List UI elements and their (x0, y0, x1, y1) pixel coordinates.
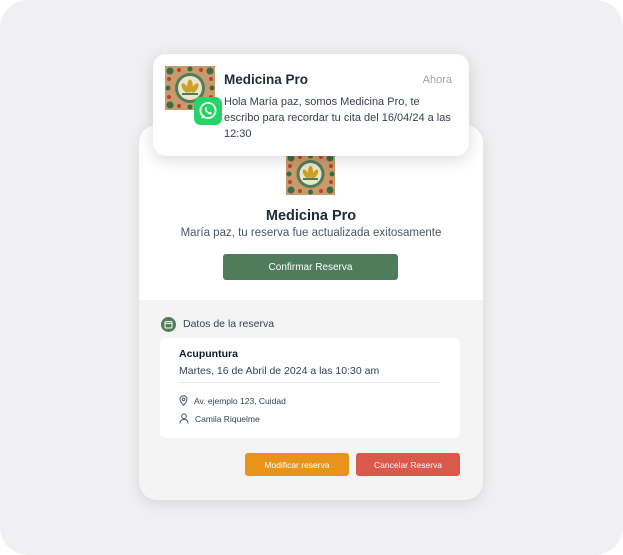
service-name: Acupuntura (179, 348, 238, 360)
whatsapp-icon (194, 97, 222, 125)
card-title: Medicina Pro (265, 208, 357, 224)
professional-row: Camila Riquelme (179, 413, 260, 424)
card-subtitle: María paz, tu reserva fue actualizada ex… (180, 227, 442, 239)
clinic-logo (286, 153, 335, 195)
reservation-details: Acupuntura Martes, 16 de Abril de 2024 a… (160, 338, 460, 438)
calendar-icon (161, 316, 176, 332)
address-text: Av. ejemplo 123, Cuidad (194, 395, 286, 406)
notification-card[interactable]: Medicina Pro Ahora Hola María paz, somos… (153, 54, 469, 156)
cancel-reservation-button[interactable]: Cancelar Reserva (356, 453, 460, 476)
user-icon (179, 413, 189, 424)
notification-message: Hola María paz, somos Medicina Pro, te e… (224, 96, 451, 140)
section-header: Datos de la reserva (161, 316, 274, 332)
modify-reservation-button[interactable]: Modificar reserva (245, 453, 349, 476)
location-pin-icon (179, 395, 188, 406)
confirm-reservation-button[interactable]: Confirmar Reserva (223, 254, 398, 280)
appointment-datetime: Martes, 16 de Abril de 2024 a las 10:30 … (179, 365, 380, 377)
divider (179, 382, 440, 383)
reservation-card: Medicina Pro María paz, tu reserva fue a… (139, 125, 483, 500)
professional-name: Camila Riquelme (195, 413, 260, 424)
notification-time: Ahora (422, 74, 452, 86)
address-row: Av. ejemplo 123, Cuidad (179, 395, 286, 406)
section-title: Datos de la reserva (183, 318, 275, 330)
notification-title: Medicina Pro (224, 72, 309, 87)
